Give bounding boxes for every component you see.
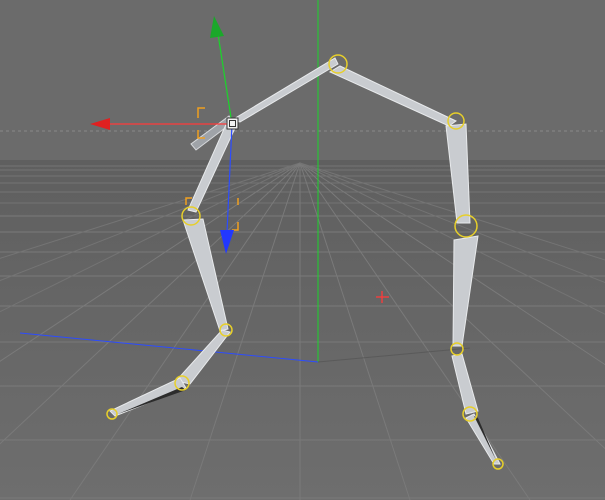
3d-viewport[interactable] <box>0 0 605 500</box>
viewport-floor <box>0 160 605 500</box>
gizmo-center-handle[interactable] <box>226 117 239 130</box>
viewport-scene[interactable] <box>0 0 605 500</box>
